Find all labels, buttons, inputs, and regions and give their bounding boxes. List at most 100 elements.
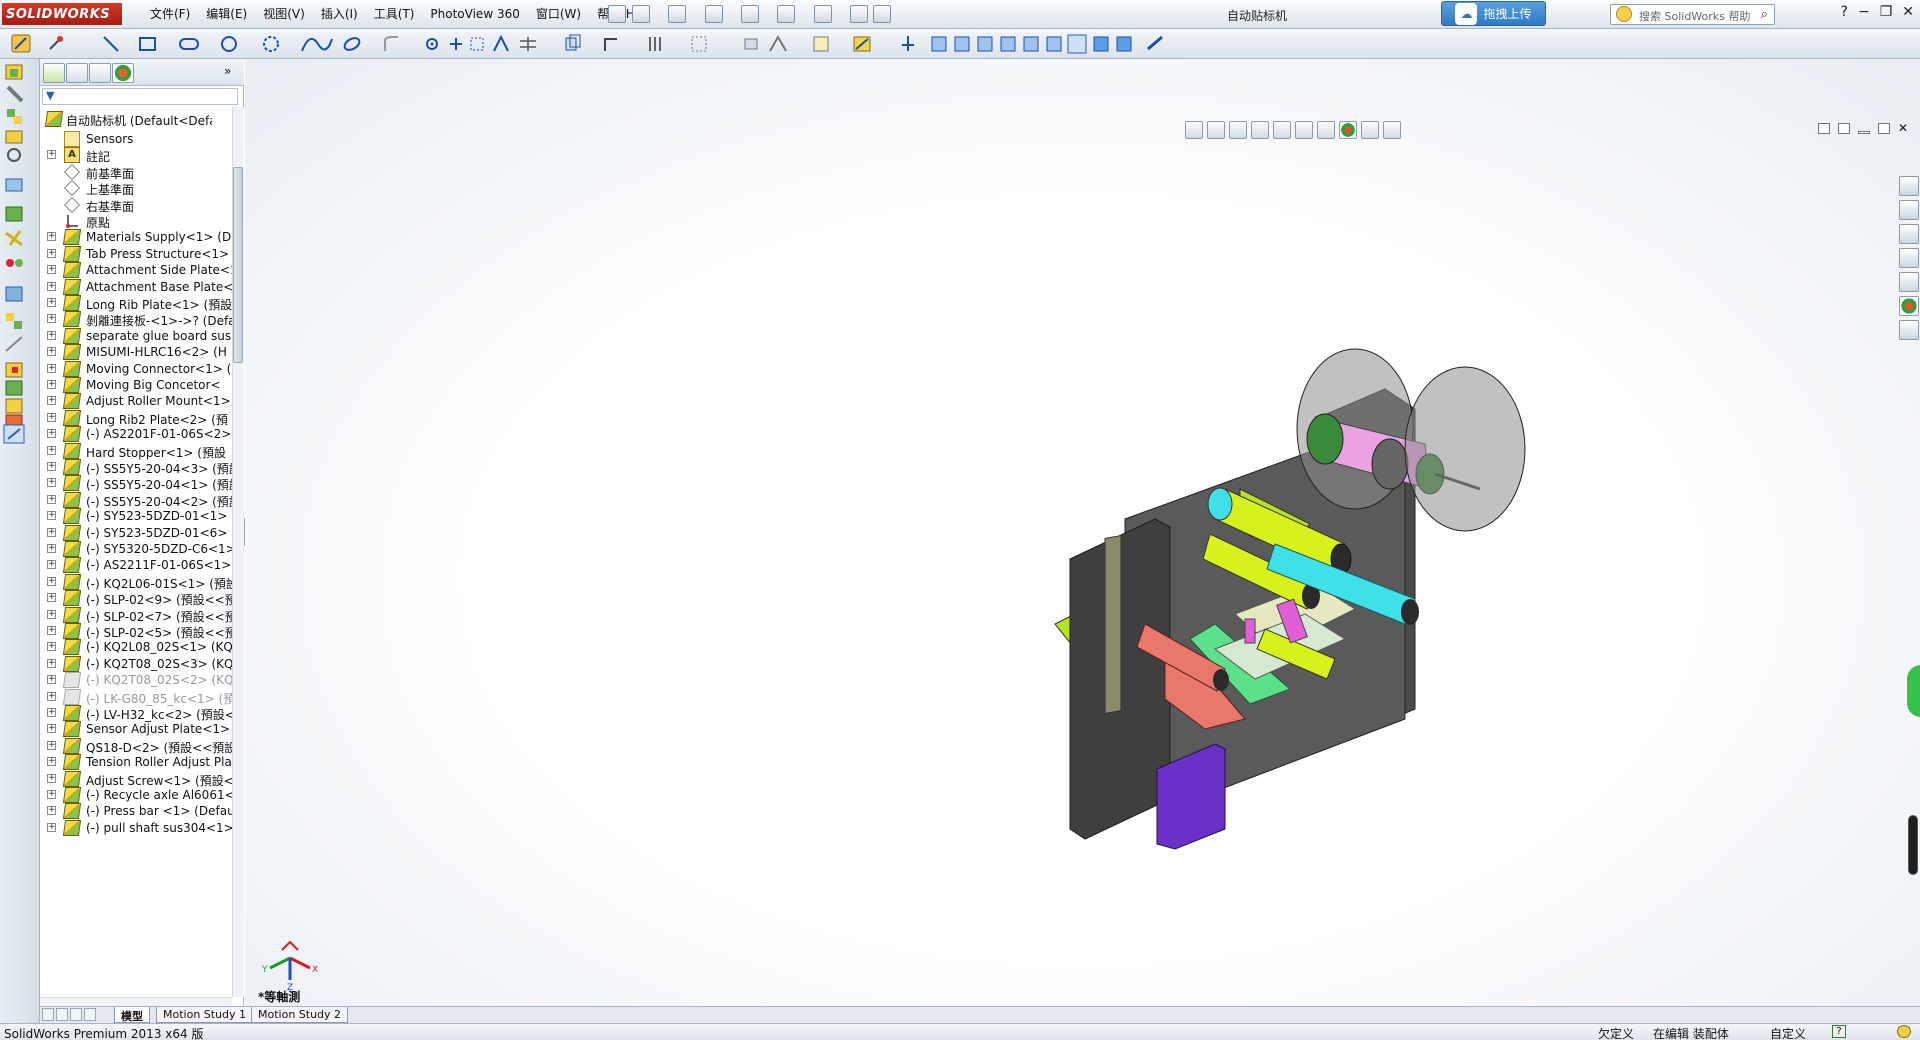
- appearances-scenes-icon[interactable]: [1899, 296, 1919, 316]
- previous-view-icon[interactable]: [1229, 121, 1247, 139]
- slot-icon[interactable]: [179, 38, 199, 50]
- expand-toggle-icon[interactable]: +: [47, 691, 56, 701]
- expand-toggle-icon[interactable]: +: [47, 790, 56, 799]
- menu-view[interactable]: 视图(V): [255, 6, 313, 23]
- quick-snap-icon[interactable]: [813, 36, 829, 52]
- help-status-icon[interactable]: ?: [1832, 1025, 1846, 1038]
- line-icon[interactable]: [103, 36, 119, 52]
- minimize-icon[interactable]: −: [1858, 4, 1870, 20]
- viewport-close-icon[interactable]: ✕: [1898, 122, 1908, 134]
- expand-toggle-icon[interactable]: +: [47, 494, 56, 504]
- tree-scroll-thumb[interactable]: [233, 167, 243, 363]
- expand-toggle-icon[interactable]: +: [47, 380, 56, 389]
- fillet-icon[interactable]: [384, 36, 398, 51]
- menu-edit[interactable]: 编辑(E): [198, 6, 255, 23]
- restore-icon[interactable]: ❐: [1880, 4, 1893, 20]
- expand-toggle-icon[interactable]: +: [47, 347, 56, 357]
- pin-icon[interactable]: [608, 5, 626, 23]
- hide-show-items-icon[interactable]: [1317, 121, 1335, 139]
- expand-toggle-icon[interactable]: +: [47, 330, 56, 340]
- green-side-badge[interactable]: [1907, 665, 1920, 717]
- expand-toggle-icon[interactable]: +: [47, 265, 56, 275]
- expand-toggle-icon[interactable]: +: [47, 445, 56, 455]
- expand-toggle-icon[interactable]: +: [47, 248, 56, 258]
- solidworks-logo[interactable]: SOLIDWORKS: [2, 3, 122, 25]
- expand-toggle-icon[interactable]: +: [47, 232, 56, 242]
- expand-toggle-icon[interactable]: +: [47, 609, 56, 619]
- tile-viewport-icon[interactable]: [1837, 123, 1850, 134]
- viewport-maximize-icon[interactable]: [1877, 123, 1890, 134]
- graphics-area[interactable]: ✕: [245, 59, 1920, 1006]
- filter-funnel-icon[interactable]: ▼: [46, 89, 54, 102]
- expand-toggle-icon[interactable]: +: [47, 462, 56, 471]
- hole-alignment-icon[interactable]: [5, 398, 23, 414]
- explode-line-sketch-icon[interactable]: [5, 336, 23, 352]
- normal-to-icon[interactable]: [902, 36, 914, 51]
- right-scroll-grip[interactable]: [1908, 815, 1918, 875]
- smart-fasteners-icon[interactable]: [5, 130, 23, 144]
- expand-toggle-icon[interactable]: +: [47, 412, 56, 422]
- expand-toggle-icon[interactable]: +: [47, 642, 56, 652]
- rebuild-icon[interactable]: [850, 5, 868, 23]
- spline-icon[interactable]: [301, 37, 333, 52]
- expand-panel-icon[interactable]: »: [224, 64, 231, 78]
- design-library-icon[interactable]: [1899, 200, 1919, 220]
- expand-toggle-icon[interactable]: +: [47, 724, 56, 734]
- rectangle-icon[interactable]: [139, 37, 156, 51]
- mate-icon[interactable]: [6, 85, 24, 103]
- open-folder-icon[interactable]: [668, 5, 686, 23]
- close-icon[interactable]: ✕: [1902, 4, 1914, 20]
- relations-icon[interactable]: [769, 34, 787, 52]
- expand-toggle-icon[interactable]: +: [47, 544, 56, 553]
- assembly-model-view[interactable]: [1045, 329, 1565, 859]
- viewport-minimize-icon[interactable]: [1857, 131, 1870, 134]
- section-view-icon[interactable]: [1251, 121, 1269, 139]
- smart-dimension-icon[interactable]: [49, 36, 63, 50]
- sketch-icon[interactable]: [11, 34, 31, 53]
- property-manager-tab-icon[interactable]: [66, 63, 88, 83]
- measure-icon[interactable]: [1147, 35, 1163, 51]
- linear-pattern-icon[interactable]: [649, 37, 661, 51]
- circle-icon[interactable]: [221, 36, 237, 52]
- file-explorer-icon[interactable]: [1899, 224, 1919, 244]
- expand-toggle-icon[interactable]: +: [47, 740, 56, 750]
- tree-filter-input[interactable]: ▼: [42, 88, 238, 105]
- split-viewport-icon[interactable]: [1817, 123, 1830, 134]
- menu-insert[interactable]: 插入(I): [313, 6, 366, 23]
- expand-toggle-icon[interactable]: +: [47, 675, 56, 685]
- menu-file[interactable]: 文件(F): [142, 6, 198, 23]
- expand-toggle-icon[interactable]: +: [47, 773, 56, 783]
- tab-model[interactable]: 模型: [114, 1007, 150, 1023]
- expand-toggle-icon[interactable]: +: [47, 576, 56, 586]
- rapid-sketch-icon[interactable]: [853, 36, 871, 52]
- solidworks-resources-icon[interactable]: [1899, 176, 1919, 196]
- zoom-to-area-icon[interactable]: [1207, 121, 1225, 139]
- tree-root-assembly[interactable]: 自动贴标机 (Default<Defaul: [40, 109, 232, 129]
- expand-toggle-icon[interactable]: +: [47, 298, 56, 307]
- search-icon[interactable]: ⌕: [1761, 7, 1768, 22]
- expand-toggle-icon[interactable]: +: [47, 281, 56, 291]
- point-icon[interactable]: [426, 38, 438, 50]
- apply-scene-icon[interactable]: [1361, 121, 1379, 139]
- expand-toggle-icon[interactable]: +: [47, 560, 56, 570]
- custom-properties-icon[interactable]: [1899, 320, 1919, 340]
- tab-motion-study-2[interactable]: Motion Study 2: [251, 1007, 349, 1023]
- expand-toggle-icon[interactable]: +: [47, 150, 56, 160]
- units-selector[interactable]: 自定义: [1770, 1025, 1806, 1040]
- expand-toggle-icon[interactable]: +: [47, 396, 56, 406]
- arc-icon[interactable]: [263, 36, 279, 52]
- grid-icon[interactable]: [691, 36, 707, 52]
- ellipse-icon[interactable]: [343, 36, 362, 53]
- tab-prev-icon[interactable]: [56, 1008, 68, 1021]
- move-entities-icon[interactable]: [744, 38, 758, 50]
- tab-motion-study-1[interactable]: Motion Study 1: [156, 1007, 254, 1023]
- expand-toggle-icon[interactable]: +: [47, 822, 56, 832]
- trim-icon[interactable]: [470, 37, 484, 51]
- undo-icon[interactable]: [777, 5, 795, 23]
- save-icon[interactable]: [705, 5, 723, 23]
- expand-toggle-icon[interactable]: +: [47, 363, 56, 373]
- tab-first-icon[interactable]: [42, 1008, 54, 1021]
- centerline-icon[interactable]: [450, 38, 462, 50]
- expand-toggle-icon[interactable]: +: [47, 806, 56, 816]
- new-document-icon[interactable]: [632, 5, 650, 23]
